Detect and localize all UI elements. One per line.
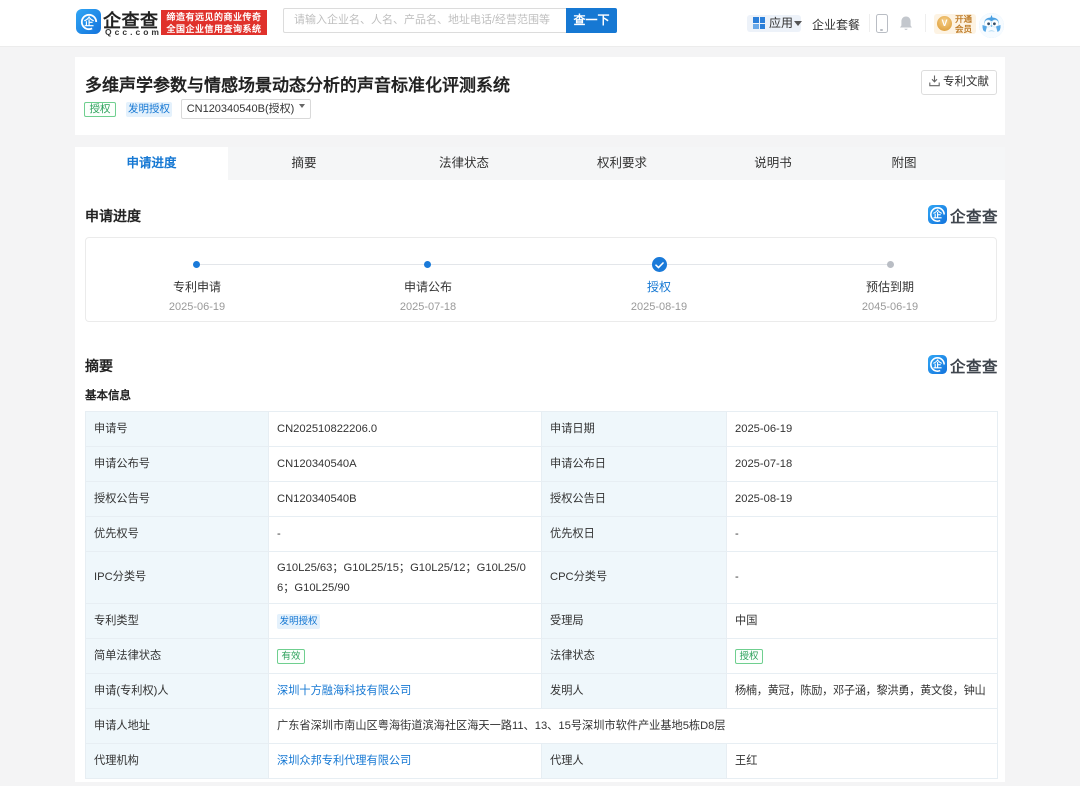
svg-text:企: 企 (932, 209, 943, 220)
svg-text:企: 企 (932, 359, 943, 370)
svg-text:企: 企 (83, 15, 95, 28)
